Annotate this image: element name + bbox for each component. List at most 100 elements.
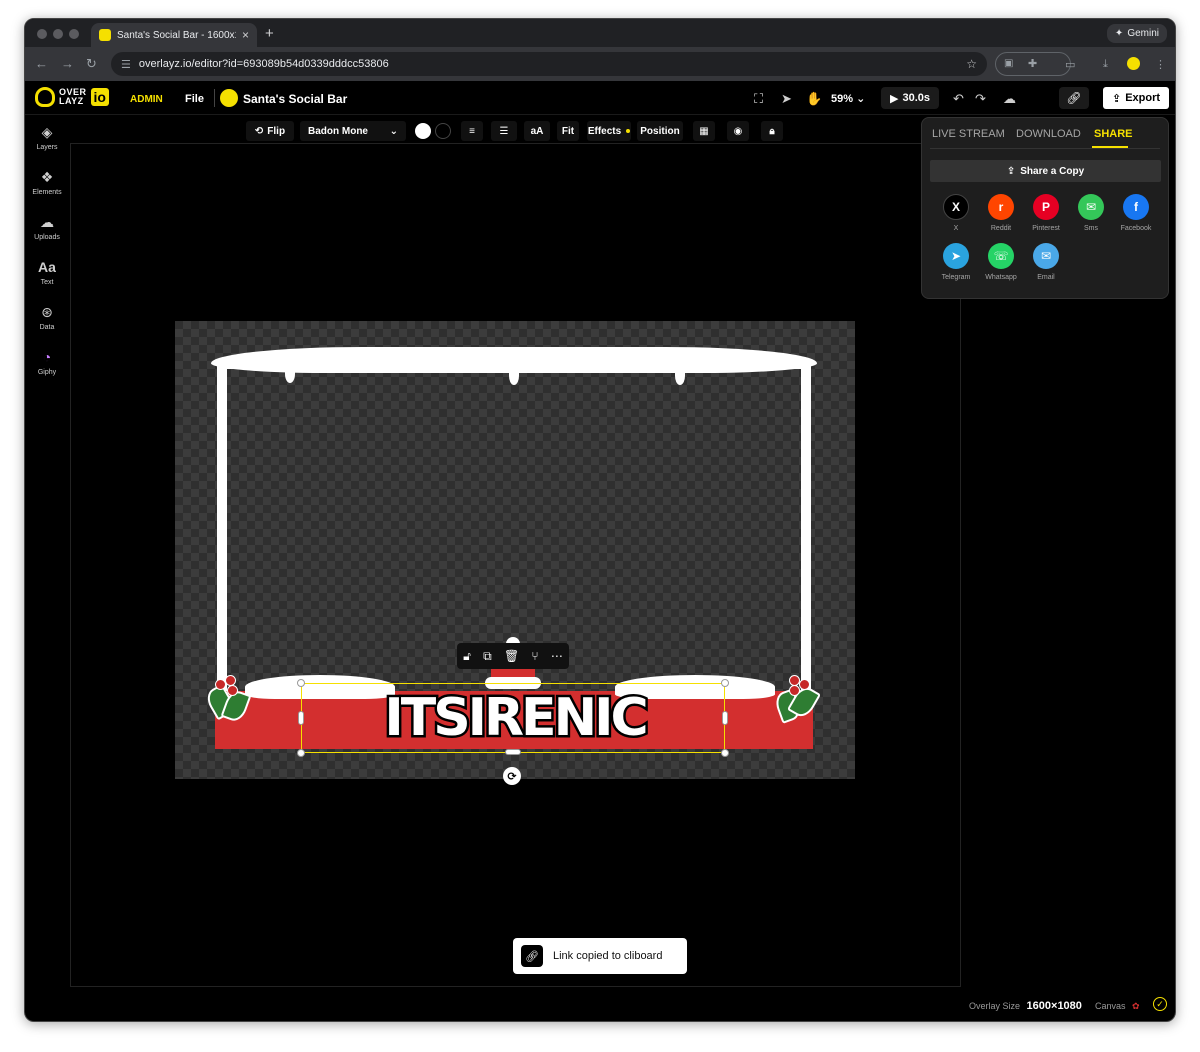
redo-icon[interactable]: ↷ [975,91,986,107]
sidebar-item-layers[interactable]: ◈ Layers [25,124,69,151]
link-icon: 🔗︎ [1066,91,1082,105]
play-preview-button[interactable]: ▶ 30.0s [881,87,939,109]
sidebar-item-giphy[interactable]: ◔ Giphy [25,349,69,376]
minimize-window-button[interactable] [53,29,63,39]
project-title[interactable]: Santa's Social Bar [243,92,347,106]
data-icon: ⊛ [41,304,53,320]
back-arrow-icon[interactable]: ← [35,56,48,71]
share-whatsapp-button[interactable]: ☏ Whatsapp [979,243,1023,281]
text-case-button[interactable]: aA [524,121,550,141]
resize-handle[interactable] [721,679,729,687]
bookmark-star-icon[interactable]: ☆ [966,57,977,71]
resize-handle[interactable] [721,749,729,757]
more-menu-icon[interactable]: ⋮ [1155,58,1166,71]
overlayz-logo[interactable]: OVER LAYZ io [35,87,109,107]
export-button[interactable]: ⇪ Export [1103,87,1169,109]
browser-tab[interactable]: Santa's Social Bar - 1600x1080 × [91,23,257,47]
flip-button[interactable]: ⟲ Flip [246,121,294,141]
overlay-size-value: 1600×1080 [1026,1000,1082,1012]
site-settings-icon[interactable]: ☰ [121,58,131,71]
share-x-button[interactable]: X X [934,194,978,232]
text-align-button[interactable]: ≡ [461,121,483,141]
holly-right-decoration[interactable] [772,675,822,724]
file-menu[interactable]: File [185,93,204,105]
holly-berry [227,685,238,696]
visibility-button[interactable]: ◉ [727,121,749,141]
gemini-button[interactable]: ✦ Gemini [1106,24,1167,43]
address-bar[interactable]: ☰ overlayz.io/editor?id=693089b54d0339dd… [111,52,987,76]
tab-live-stream[interactable]: LIVE STREAM [932,128,1005,140]
tab-title: Santa's Social Bar - 1600x1080 [117,29,236,41]
rotate-handle-icon[interactable]: ⟳ [503,767,521,785]
share-telegram-button[interactable]: ➤ Telegram [934,243,978,281]
holly-left-decoration[interactable] [202,675,253,724]
unlock-icon[interactable]: 🔓︎ [463,649,471,664]
download-icon[interactable]: ⤓ [1103,58,1108,71]
fit-button[interactable]: Fit [557,121,579,141]
admin-badge[interactable]: ADMIN [130,94,163,105]
header-divider [214,89,215,107]
tab-close-icon[interactable]: × [242,28,249,42]
maximize-window-button[interactable] [69,29,79,39]
sidebar-item-label: Data [39,324,55,331]
effects-label: Effects [587,125,622,137]
branch-icon[interactable]: ⑂ [531,649,538,663]
text-color-swatch[interactable] [415,123,431,139]
line-height-button[interactable]: ☰ [491,121,517,141]
tab-search-icon[interactable]: ▭ [1065,58,1075,71]
position-button[interactable]: Position [637,121,683,141]
new-tab-button[interactable]: + [265,25,274,42]
font-family-select[interactable]: Badon Mone ⌄ [300,121,406,141]
selection-box[interactable] [301,683,725,753]
resize-handle[interactable] [297,749,305,757]
flip-icon: ⟲ [254,125,264,137]
sidebar-item-label: Giphy [37,369,57,376]
canvas-settings-button[interactable]: Canvas ✿ [1095,1001,1140,1012]
profile-avatar[interactable] [1127,57,1140,70]
resize-handle[interactable] [298,711,304,725]
share-reddit-button[interactable]: r Reddit [979,194,1023,232]
share-pinterest-button[interactable]: P Pinterest [1024,194,1068,232]
zoom-dropdown[interactable]: 59% ⌄ [831,92,865,105]
heart-logo-icon [35,87,55,107]
pointer-cursor-icon[interactable]: ➤ [781,91,792,107]
effects-button[interactable]: Effects [587,121,631,141]
cloud-save-icon[interactable]: ☁ [1003,91,1016,107]
resize-handle[interactable] [297,679,305,687]
export-label: Export [1125,92,1161,104]
extension-icon[interactable]: ▣ [1004,58,1013,69]
close-window-button[interactable] [37,29,47,39]
share-email-button[interactable]: ✉ Email [1024,243,1068,281]
resize-handle[interactable] [722,711,728,725]
tab-download[interactable]: DOWNLOAD [1016,128,1081,140]
sidebar-item-uploads[interactable]: ☁ Uploads [25,214,69,241]
fullscreen-icon[interactable]: ⛶ [754,91,763,107]
puzzle-icon[interactable]: ✚ [1028,57,1037,70]
lock-button[interactable]: 🔒︎ [761,121,783,141]
share-sms-button[interactable]: ✉ Sms [1069,194,1113,232]
more-options-icon[interactable]: ⋯ [551,649,563,663]
sidebar-item-data[interactable]: ⊛ Data [25,304,69,331]
facebook-logo-icon: f [1123,194,1149,220]
sidebar-item-text[interactable]: Aa Text [25,259,69,286]
trash-icon[interactable]: 🗑︎ [504,649,519,663]
element-actions-bar: 🔓︎ ⧉ 🗑︎ ⑂ ⋯ [457,643,569,669]
share-panel: LIVE STREAM DOWNLOAD SHARE ⇪ Share a Cop… [921,117,1169,299]
tab-share[interactable]: SHARE [1094,128,1133,140]
share-a-copy-button[interactable]: ⇪ Share a Copy [930,160,1161,182]
reddit-logo-icon: r [988,194,1014,220]
transparency-button[interactable]: ▦ [693,121,715,141]
duplicate-icon[interactable]: ⧉ [483,649,492,664]
undo-icon[interactable]: ↶ [953,91,964,107]
forward-arrow-icon[interactable]: → [61,56,74,71]
share-facebook-button[interactable]: f Facebook [1114,194,1158,232]
hand-pan-icon[interactable]: ✋ [806,91,822,107]
stroke-color-swatch[interactable] [435,123,451,139]
share-link-button[interactable]: 🔗︎ [1059,87,1089,109]
resize-handle[interactable] [505,749,521,755]
share-icon: ⇪ [1006,165,1016,177]
overlay-canvas[interactable]: ITSIRENIC ⟳ 🔓︎ ⧉ 🗑︎ ⑂ ⋯ [175,321,855,785]
elements-icon: ❖ [40,169,54,185]
sidebar-item-elements[interactable]: ❖ Elements [25,169,69,196]
reload-icon[interactable]: ↻ [86,56,97,72]
